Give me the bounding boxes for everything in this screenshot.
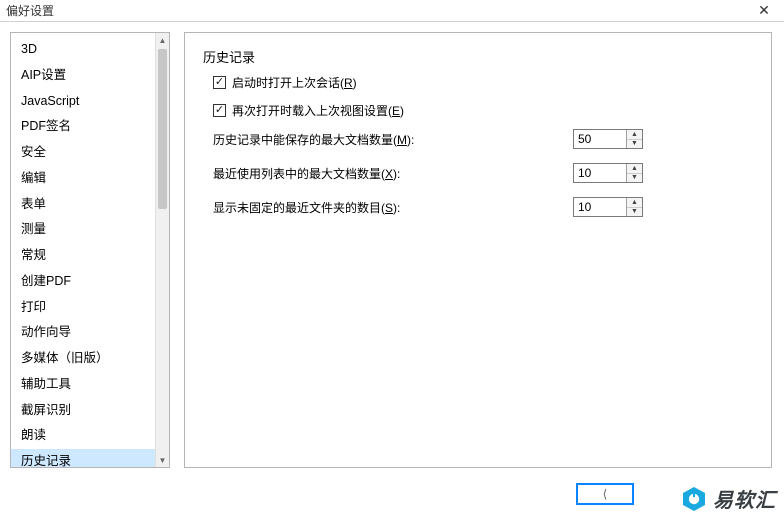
sidebar-item-security[interactable]: 安全	[11, 140, 155, 166]
sidebar-item-multimedia-legacy[interactable]: 多媒体（旧版）	[11, 346, 155, 372]
spin-up-icon[interactable]: ▲	[627, 198, 642, 208]
max-recent-folders-input[interactable]	[574, 198, 626, 216]
preferences-window: 偏好设置 ✕ 3D AIP设置 JavaScript PDF签名 安全 编辑 表…	[0, 0, 784, 519]
max-recent-folders-label: 显示未固定的最近文件夹的数目(S):	[213, 199, 573, 216]
watermark-text: 易软汇	[713, 484, 776, 513]
watermark-logo-icon	[681, 486, 707, 512]
sidebar-item-edit[interactable]: 编辑	[11, 166, 155, 192]
sidebar-item-3d[interactable]: 3D	[11, 37, 155, 63]
scroll-up-icon[interactable]: ▲	[156, 33, 169, 47]
max-recent-docs-spinner: ▲ ▼	[573, 163, 643, 183]
max-recent-folders-spinner: ▲ ▼	[573, 197, 643, 217]
titlebar: 偏好设置 ✕	[0, 0, 784, 22]
sidebar-item-accessibility[interactable]: 辅助工具	[11, 372, 155, 398]
checkbox-restore-view[interactable]: ✓	[213, 104, 226, 117]
sidebar-item-forms[interactable]: 表单	[11, 192, 155, 218]
sidebar-item-create-pdf[interactable]: 创建PDF	[11, 269, 155, 295]
spin-down-icon[interactable]: ▼	[627, 208, 642, 217]
settings-panel: 历史记录 ✓ 启动时打开上次会话(R) ✓ 再次打开时载入上次视图设置(E) 历…	[184, 32, 772, 468]
sidebar-item-general[interactable]: 常规	[11, 243, 155, 269]
sidebar-item-screenshot-ocr[interactable]: 截屏识别	[11, 398, 155, 424]
sidebar-item-read-aloud[interactable]: 朗读	[11, 423, 155, 449]
sidebar-item-action-wizard[interactable]: 动作向导	[11, 320, 155, 346]
category-list: 3D AIP设置 JavaScript PDF签名 安全 编辑 表单 测量 常规…	[11, 33, 155, 467]
spin-down-icon[interactable]: ▼	[627, 140, 642, 149]
spin-down-icon[interactable]: ▼	[627, 174, 642, 183]
footer-button[interactable]: ⟨	[576, 483, 634, 505]
max-recent-folders-spinner-buttons: ▲ ▼	[626, 198, 642, 216]
max-history-spinner: ▲ ▼	[573, 129, 643, 149]
field-row-max-recent-docs: 最近使用列表中的最大文档数量(X): ▲ ▼	[213, 162, 753, 184]
max-recent-docs-spinner-buttons: ▲ ▼	[626, 164, 642, 182]
checkbox-restore-view-label: 再次打开时载入上次视图设置(E)	[232, 102, 404, 119]
sidebar-item-measure[interactable]: 测量	[11, 217, 155, 243]
sidebar-item-pdf-sign[interactable]: PDF签名	[11, 114, 155, 140]
dialog-body: 3D AIP设置 JavaScript PDF签名 安全 编辑 表单 测量 常规…	[0, 22, 784, 519]
max-history-input[interactable]	[574, 130, 626, 148]
spin-up-icon[interactable]: ▲	[627, 130, 642, 140]
close-button[interactable]: ✕	[750, 0, 778, 22]
section-title-history: 历史记录	[203, 47, 753, 66]
sidebar-item-aip[interactable]: AIP设置	[11, 63, 155, 89]
close-icon: ✕	[758, 2, 770, 19]
scroll-thumb[interactable]	[158, 49, 167, 209]
max-recent-docs-input[interactable]	[574, 164, 626, 182]
watermark: 易软汇	[681, 484, 776, 513]
spin-up-icon[interactable]: ▲	[627, 164, 642, 174]
field-row-max-history: 历史记录中能保存的最大文档数量(M): ▲ ▼	[213, 128, 753, 150]
max-recent-docs-label: 最近使用列表中的最大文档数量(X):	[213, 165, 573, 182]
sidebar-item-print[interactable]: 打印	[11, 295, 155, 321]
scroll-down-icon[interactable]: ▼	[156, 453, 169, 467]
sidebar-item-javascript[interactable]: JavaScript	[11, 89, 155, 115]
checkbox-row-restore-view: ✓ 再次打开时载入上次视图设置(E)	[213, 100, 753, 120]
field-row-max-recent-folders: 显示未固定的最近文件夹的数目(S): ▲ ▼	[213, 196, 753, 218]
footer-button-glyph: ⟨	[603, 487, 608, 501]
max-history-spinner-buttons: ▲ ▼	[626, 130, 642, 148]
max-history-label: 历史记录中能保存的最大文档数量(M):	[213, 131, 573, 148]
sidebar-item-history[interactable]: 历史记录	[11, 449, 155, 467]
checkbox-row-restore-session: ✓ 启动时打开上次会话(R)	[213, 72, 753, 92]
checkbox-restore-session[interactable]: ✓	[213, 76, 226, 89]
category-sidebar: 3D AIP设置 JavaScript PDF签名 安全 编辑 表单 测量 常规…	[10, 32, 170, 468]
window-title: 偏好设置	[6, 2, 750, 19]
checkbox-restore-session-label: 启动时打开上次会话(R)	[232, 74, 357, 91]
sidebar-scrollbar[interactable]: ▲ ▼	[155, 33, 169, 467]
